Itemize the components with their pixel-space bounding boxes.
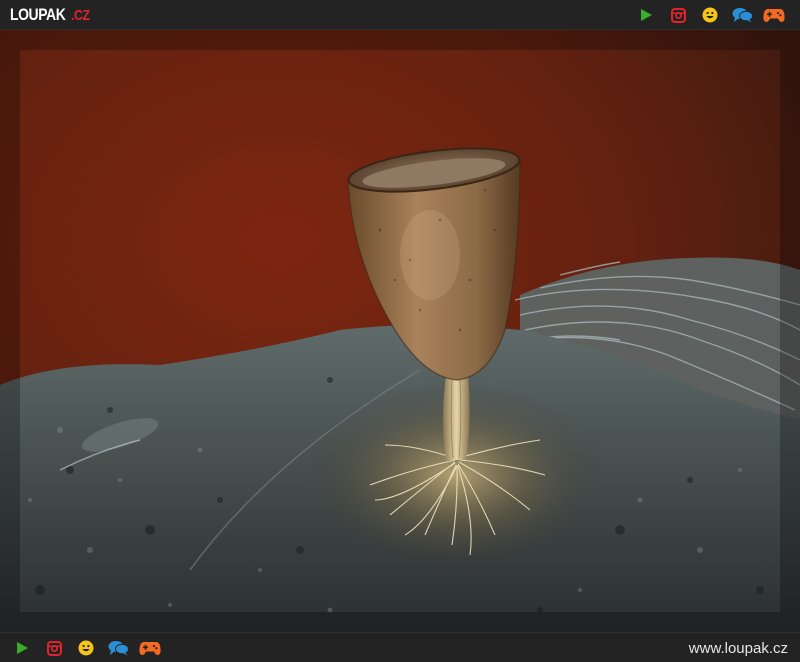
- site-logo[interactable]: LOUPAK .CZ: [10, 5, 93, 25]
- logo-text: LOUPAK: [10, 5, 66, 24]
- gamepad-icon[interactable]: [762, 5, 786, 25]
- chat-icon[interactable]: [106, 638, 130, 658]
- smiley-icon[interactable]: [74, 638, 98, 658]
- site-url-link[interactable]: www.loupak.cz: [689, 640, 788, 658]
- play-icon[interactable]: [10, 638, 34, 658]
- play-icon[interactable]: [634, 5, 658, 25]
- instagram-icon[interactable]: [42, 638, 66, 658]
- chat-icon[interactable]: [730, 5, 754, 25]
- top-icon-nav: [630, 0, 790, 30]
- photo-slime-mould: [0, 30, 800, 632]
- bottom-icon-nav: [6, 633, 166, 662]
- top-bar: LOUPAK .CZ: [0, 0, 800, 30]
- smiley-icon[interactable]: [698, 5, 722, 25]
- instagram-icon[interactable]: [666, 5, 690, 25]
- bottom-bar: www.loupak.cz: [0, 632, 800, 662]
- gamepad-icon[interactable]: [138, 638, 162, 658]
- logo-tld: .CZ: [70, 7, 90, 24]
